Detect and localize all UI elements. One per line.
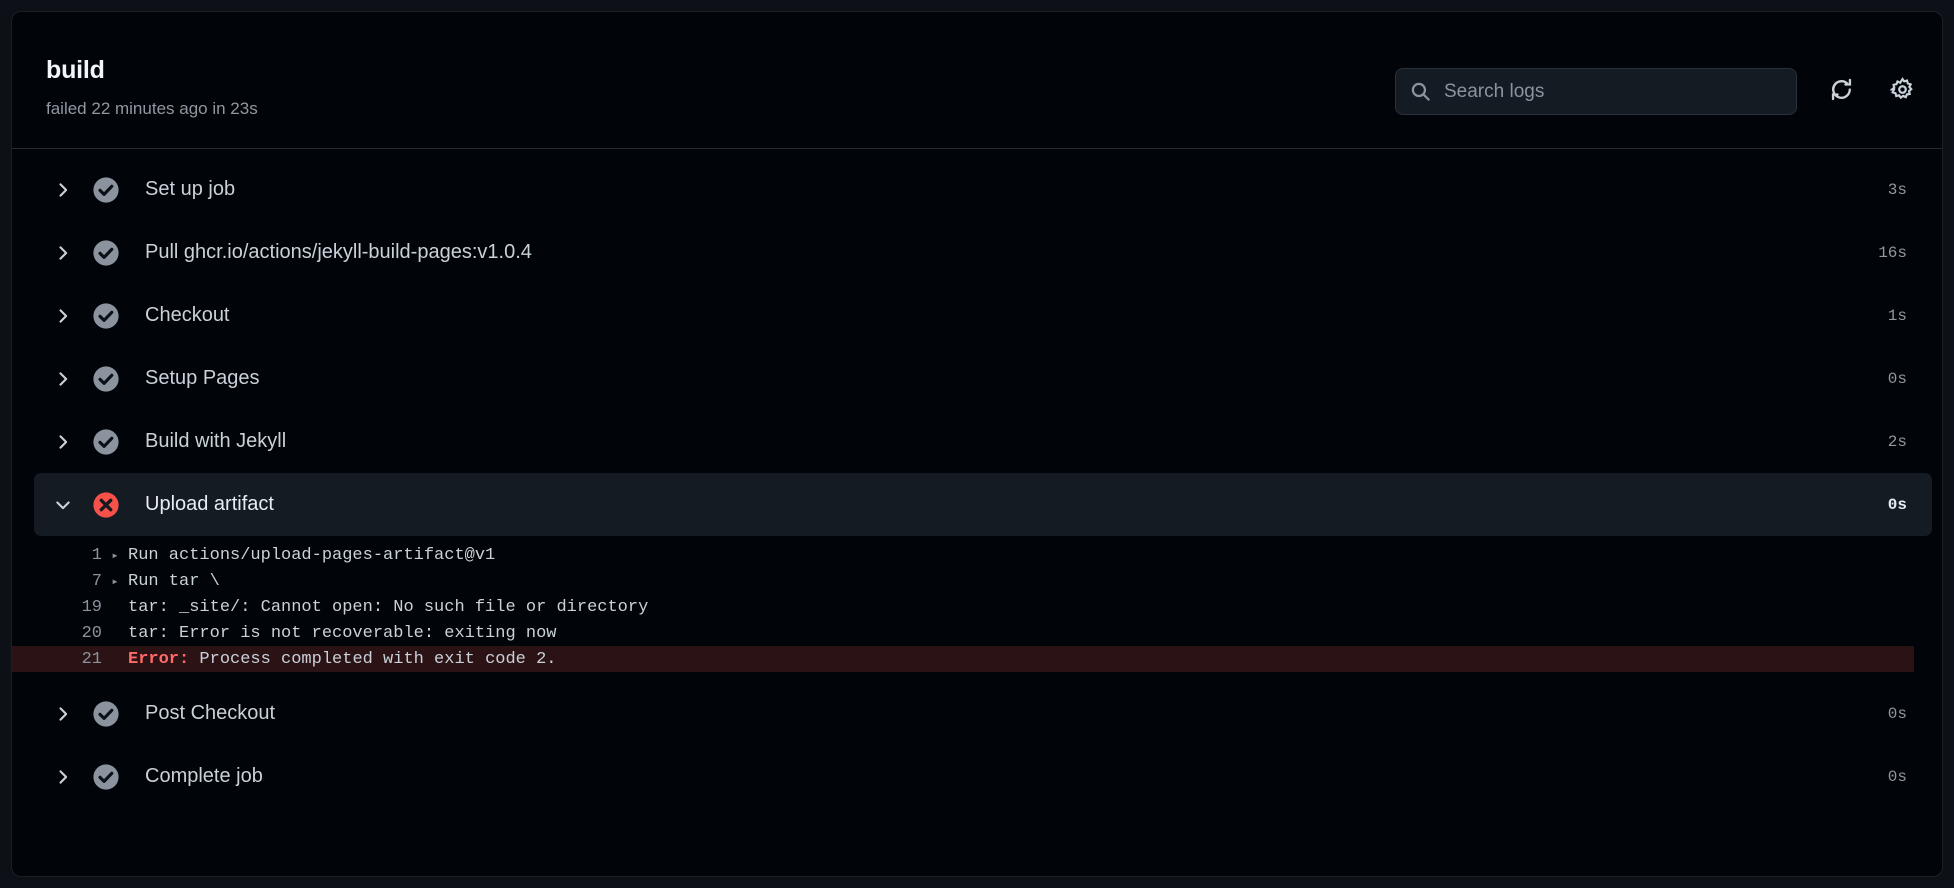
chevron-right-icon[interactable] bbox=[46, 369, 80, 389]
success-check-icon bbox=[91, 175, 121, 205]
step-row[interactable]: Pull ghcr.io/actions/jekyll-build-pages:… bbox=[34, 221, 1932, 284]
step-duration: 2s bbox=[1887, 432, 1907, 451]
log-collapse-arrow-icon[interactable]: ▸ bbox=[102, 548, 128, 563]
success-check-icon bbox=[91, 427, 121, 457]
search-input[interactable] bbox=[1444, 80, 1782, 103]
settings-button[interactable] bbox=[1879, 68, 1925, 114]
log-line: 19▸tar: _site/: Cannot open: No such fil… bbox=[12, 594, 1942, 620]
log-line-text: Run tar \ bbox=[128, 571, 220, 591]
step-name: Pull ghcr.io/actions/jekyll-build-pages:… bbox=[145, 241, 532, 263]
chevron-right-icon[interactable] bbox=[46, 180, 80, 200]
log-line: 20▸tar: Error is not recoverable: exitin… bbox=[12, 620, 1942, 646]
chevron-right-icon[interactable] bbox=[46, 767, 80, 787]
panel-header: build failed 22 minutes ago in 23s bbox=[12, 12, 1942, 149]
step-name: Setup Pages bbox=[145, 367, 260, 389]
log-line-number: 21 bbox=[81, 649, 102, 669]
step-duration: 3s bbox=[1887, 180, 1907, 199]
chevron-right-icon[interactable] bbox=[46, 306, 80, 326]
step-duration: 0s bbox=[1887, 495, 1907, 514]
step-duration: 16s bbox=[1878, 243, 1907, 262]
search-icon bbox=[1410, 81, 1431, 102]
steps-list: Set up job 3s Pull ghcr.io/actions/jekyll-… bbox=[12, 149, 1942, 808]
step-row[interactable]: Upload artifact 0s bbox=[34, 473, 1932, 536]
log-line-error: 21▸Error: Process completed with exit co… bbox=[12, 646, 1914, 672]
chevron-right-icon[interactable] bbox=[46, 243, 80, 263]
log-line-text: tar: _site/: Cannot open: No such file o… bbox=[128, 597, 649, 617]
chevron-right-icon[interactable] bbox=[46, 432, 80, 452]
step-name: Post Checkout bbox=[145, 702, 276, 724]
log-collapse-arrow-icon[interactable]: ▸ bbox=[102, 574, 128, 589]
log-line-text: Error: Process completed with exit code … bbox=[128, 650, 1914, 669]
success-check-icon bbox=[91, 238, 121, 268]
step-name: Build with Jekyll bbox=[145, 430, 287, 452]
step-name: Upload artifact bbox=[145, 493, 274, 515]
log-line-text: Run actions/upload-pages-artifact@v1 bbox=[128, 545, 496, 565]
log-line-number: 19 bbox=[81, 597, 102, 617]
gear-icon bbox=[1888, 77, 1915, 105]
search-logs-box[interactable] bbox=[1395, 68, 1797, 115]
step-name: Set up job bbox=[145, 178, 236, 200]
log-line-text: tar: Error is not recoverable: exiting n… bbox=[128, 623, 557, 643]
success-check-icon bbox=[91, 762, 121, 792]
step-duration: 0s bbox=[1887, 369, 1907, 388]
log-line: 1 ▸ Run actions/upload-pages-artifact@v1 bbox=[12, 542, 1942, 568]
step-duration: 0s bbox=[1887, 767, 1907, 786]
step-row[interactable]: Checkout 1s bbox=[34, 284, 1932, 347]
job-status-text: failed 22 minutes ago in 23s bbox=[46, 99, 258, 118]
log-line: 7 ▸ Run tar \ bbox=[12, 568, 1942, 594]
step-duration: 0s bbox=[1887, 704, 1907, 723]
chevron-down-icon[interactable] bbox=[46, 495, 80, 515]
log-line-number: 20 bbox=[81, 623, 102, 643]
success-check-icon bbox=[91, 301, 121, 331]
step-row[interactable]: Setup Pages 0s bbox=[34, 347, 1932, 410]
refresh-button[interactable] bbox=[1818, 68, 1864, 114]
step-name: Checkout bbox=[145, 304, 230, 326]
failure-x-icon bbox=[91, 490, 121, 520]
success-check-icon bbox=[91, 699, 121, 729]
step-duration: 1s bbox=[1887, 306, 1907, 325]
log-line-number: 1 bbox=[91, 545, 102, 565]
step-name: Complete job bbox=[145, 765, 263, 787]
step-row[interactable]: Post Checkout 0s bbox=[34, 682, 1932, 745]
step-row[interactable]: Set up job 3s bbox=[34, 158, 1932, 221]
chevron-right-icon[interactable] bbox=[46, 704, 80, 724]
step-row[interactable]: Complete job 0s bbox=[34, 745, 1932, 808]
error-prefix: Error: bbox=[128, 649, 190, 669]
log-line-number: 7 bbox=[91, 571, 102, 591]
job-log-panel: build failed 22 minutes ago in 23s Searc… bbox=[11, 11, 1943, 877]
success-check-icon bbox=[91, 364, 121, 394]
log-output: 1 ▸ Run actions/upload-pages-artifact@v1 7 ▸… bbox=[12, 542, 1942, 672]
page-title: build bbox=[46, 56, 105, 84]
refresh-icon bbox=[1829, 77, 1854, 105]
error-message: Process completed with exit code 2. bbox=[189, 649, 557, 669]
step-row[interactable]: Build with Jekyll 2s bbox=[34, 410, 1932, 473]
